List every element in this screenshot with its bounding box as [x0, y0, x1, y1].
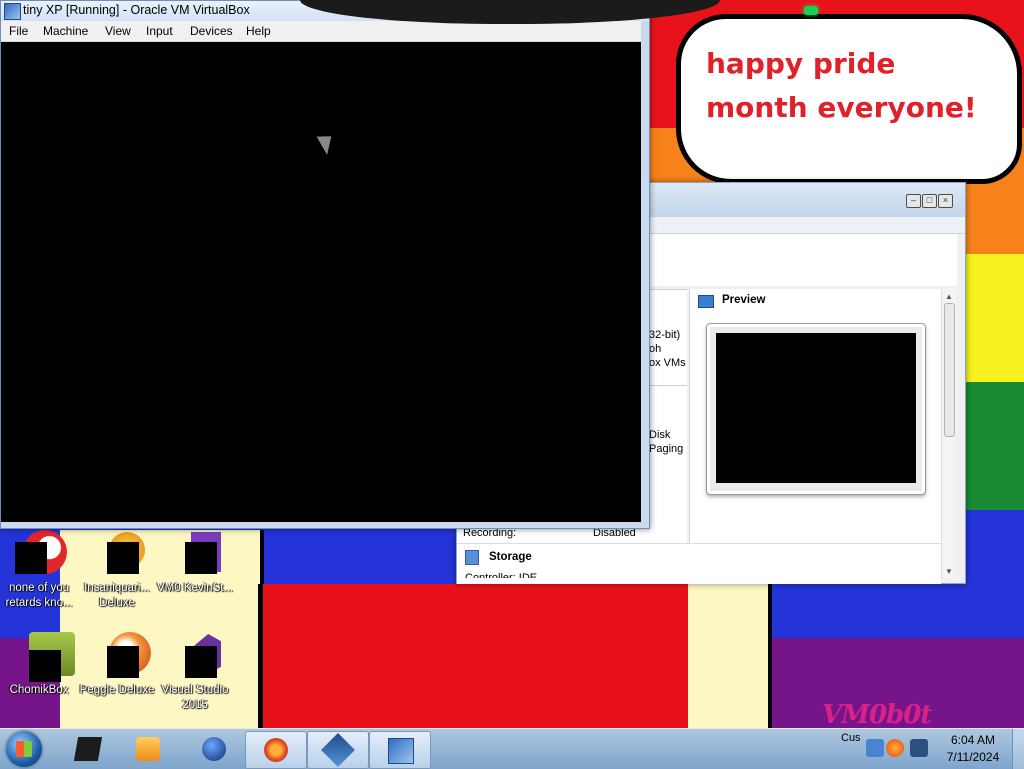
drawing-figure-red: [258, 584, 698, 728]
taskbar-globe[interactable]: [184, 731, 244, 767]
app-icon: [171, 530, 221, 578]
details-scrollbar[interactable]: ▲ ▼: [941, 289, 956, 579]
menu-input[interactable]: Input: [146, 24, 173, 38]
desktop-icon-label: Insaniquari... Deluxe: [84, 582, 150, 609]
scroll-up-icon[interactable]: ▲: [945, 292, 953, 301]
mouse-cursor-icon: [316, 130, 339, 155]
details-text: 32-bit): [649, 329, 681, 341]
preview-header: Preview: [722, 294, 766, 306]
storage-header: Storage: [489, 551, 532, 563]
wallpaper-signature: VM0b0t: [822, 700, 932, 728]
menu-file[interactable]: File: [9, 24, 28, 38]
vm-window-title: tiny XP [Running] - Oracle VM VirtualBox: [23, 3, 250, 17]
storage-section[interactable]: Storage Controller: IDE: [457, 543, 941, 584]
chomikbox-icon: [15, 632, 75, 682]
storage-icon: [465, 550, 479, 565]
virtualbox-icon: [321, 733, 355, 767]
details-text: ox VMs: [649, 357, 686, 369]
virtualbox-icon: [4, 3, 21, 20]
desktop-icon-text-file[interactable]: none of you retards kno...: [0, 530, 78, 611]
peggle-icon: [93, 632, 151, 680]
vm-xp-icon: [388, 738, 414, 764]
scroll-down-icon[interactable]: ▼: [945, 567, 953, 576]
desktop-icon-label: ChomikBox: [9, 684, 69, 696]
drawing-figure-right: [688, 584, 772, 728]
firefox-tray-icon[interactable]: [886, 739, 904, 757]
app-icon: [15, 530, 67, 578]
menu-devices[interactable]: Devices: [190, 24, 233, 38]
preview-frame: [706, 323, 926, 495]
vm-menubar: File Machine View Input Devices Help: [1, 21, 641, 42]
menu-view[interactable]: View: [105, 24, 131, 38]
taskbar-firefox[interactable]: [245, 731, 307, 769]
visual-studio-icon: [171, 632, 221, 680]
globe-icon: [202, 737, 226, 761]
network-icon[interactable]: [866, 739, 884, 757]
menu-machine[interactable]: Machine: [43, 24, 88, 38]
taskbar-app-box[interactable]: [58, 731, 118, 767]
details-text: Disk: [649, 429, 671, 441]
desktop-icon-label: Visual Studio 2015: [161, 684, 229, 711]
windows-logo-icon: [16, 741, 32, 757]
preview-screen: [716, 333, 916, 483]
media-player-icon: [136, 737, 160, 761]
clock-date: 7/11/2024: [946, 750, 1000, 764]
firefox-icon: [264, 738, 288, 762]
system-tray: Cus: [840, 731, 940, 767]
minimize-button[interactable]: –: [906, 194, 921, 208]
desktop-icon-label: Peggle Deluxe: [79, 684, 155, 696]
monitor-icon: [698, 295, 714, 308]
taskbar-vm-xp[interactable]: [369, 731, 431, 769]
details-text: Paging: [649, 443, 684, 455]
volume-icon[interactable]: [910, 739, 928, 757]
status-light-icon: [804, 6, 818, 15]
start-button[interactable]: [6, 731, 42, 767]
vm-display[interactable]: [1, 42, 641, 522]
speech-bubble-text: happy pride month everyone!: [706, 47, 977, 124]
storage-controller-text: Controller: IDE: [465, 572, 538, 578]
desktop-icon-label: VM0 KevinSt...: [156, 582, 234, 594]
details-text: oh: [649, 343, 662, 355]
menu-help[interactable]: Help: [246, 24, 271, 38]
maximize-button[interactable]: □: [922, 194, 937, 208]
fish-icon: [93, 530, 145, 578]
desktop-icon-chomikbox[interactable]: ChomikBox: [0, 632, 78, 698]
desktop-icon-visual-studio-2015[interactable]: Visual Studio 2015: [156, 632, 234, 713]
show-desktop-button[interactable]: [1012, 729, 1024, 769]
clock-time: 6:04 AM: [950, 733, 996, 747]
taskbar: Cus 6:04 AM 7/11/2024: [0, 728, 1024, 769]
preview-panel: Preview: [689, 289, 942, 543]
taskbar-media-player[interactable]: [118, 731, 178, 767]
scrollbar-thumb[interactable]: [944, 303, 955, 437]
system-clock[interactable]: 6:04 AM 7/11/2024: [940, 732, 1006, 766]
desktop-icon-insaniquarium[interactable]: Insaniquari... Deluxe: [78, 530, 156, 611]
desktop-icon-peggle-deluxe[interactable]: Peggle Deluxe: [78, 632, 156, 698]
desktop-icon-label: none of you retards kno...: [5, 582, 73, 609]
black-box-icon: [73, 737, 103, 761]
vm-window[interactable]: tiny XP [Running] - Oracle VM VirtualBox…: [0, 0, 650, 529]
tray-customize[interactable]: Cus: [841, 732, 861, 744]
close-button[interactable]: ×: [938, 194, 953, 208]
taskbar-virtualbox[interactable]: [307, 731, 369, 769]
desktop-icon-vm0-kevinst[interactable]: VM0 KevinSt...: [156, 530, 234, 596]
